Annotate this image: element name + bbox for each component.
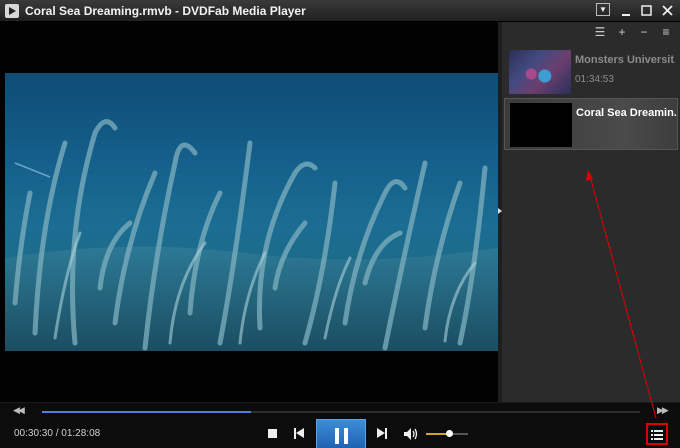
- video-content-image: [5, 119, 498, 351]
- stop-button[interactable]: [268, 429, 277, 438]
- volume-knob[interactable]: [446, 430, 454, 437]
- previous-button[interactable]: [294, 428, 306, 440]
- close-icon[interactable]: [659, 3, 676, 18]
- window-title: Coral Sea Dreaming.rmvb - DVDFab Media P…: [25, 3, 306, 18]
- seek-progress: [42, 411, 252, 413]
- fast-forward-icon[interactable]: ▶▶: [657, 405, 669, 416]
- maximize-icon[interactable]: [638, 3, 655, 18]
- playlist-item-duration: 01:34:53: [575, 74, 614, 85]
- title-bar: Coral Sea Dreaming.rmvb - DVDFab Media P…: [0, 0, 680, 22]
- playlist-panel: ☰ + − ≡ Monsters Universit... 01:34:53 C…: [502, 22, 680, 402]
- playlist-item-active[interactable]: Coral Sea Dreamin...: [504, 98, 678, 150]
- playlist-toggle-button[interactable]: [646, 423, 668, 445]
- minimize-icon[interactable]: [617, 3, 634, 18]
- time-display: 00:30:30 / 01:28:08: [14, 428, 101, 439]
- playlist-item[interactable]: Monsters Universit... 01:34:53: [504, 46, 678, 98]
- volume-slider[interactable]: [426, 430, 468, 437]
- seek-bar[interactable]: [42, 411, 640, 413]
- playlist-item-name: Coral Sea Dreamin...: [576, 107, 676, 119]
- dropdown-icon[interactable]: ▼: [596, 3, 610, 16]
- volume-icon[interactable]: [403, 427, 419, 441]
- rewind-icon[interactable]: ◀◀: [13, 405, 25, 416]
- app-logo-icon: [5, 3, 19, 18]
- add-icon[interactable]: +: [616, 25, 628, 39]
- next-button[interactable]: [377, 428, 389, 440]
- video-frame[interactable]: [5, 73, 498, 351]
- sort-icon[interactable]: ≡: [660, 25, 672, 39]
- window-controls: ▼: [596, 3, 676, 18]
- list-icon[interactable]: ☰: [594, 25, 606, 39]
- playlist-icon: [651, 429, 663, 440]
- control-bar: ◀◀ ▶▶ 00:30:30 / 01:28:08: [0, 402, 680, 448]
- video-thumbnail: [510, 103, 572, 147]
- playlist-item-name: Monsters Universit...: [575, 54, 675, 66]
- video-thumbnail: [509, 50, 571, 94]
- pause-button[interactable]: [316, 419, 366, 448]
- remove-icon[interactable]: −: [638, 25, 650, 39]
- video-area[interactable]: [0, 22, 500, 402]
- playlist-toolbar: ☰ + − ≡: [502, 22, 680, 42]
